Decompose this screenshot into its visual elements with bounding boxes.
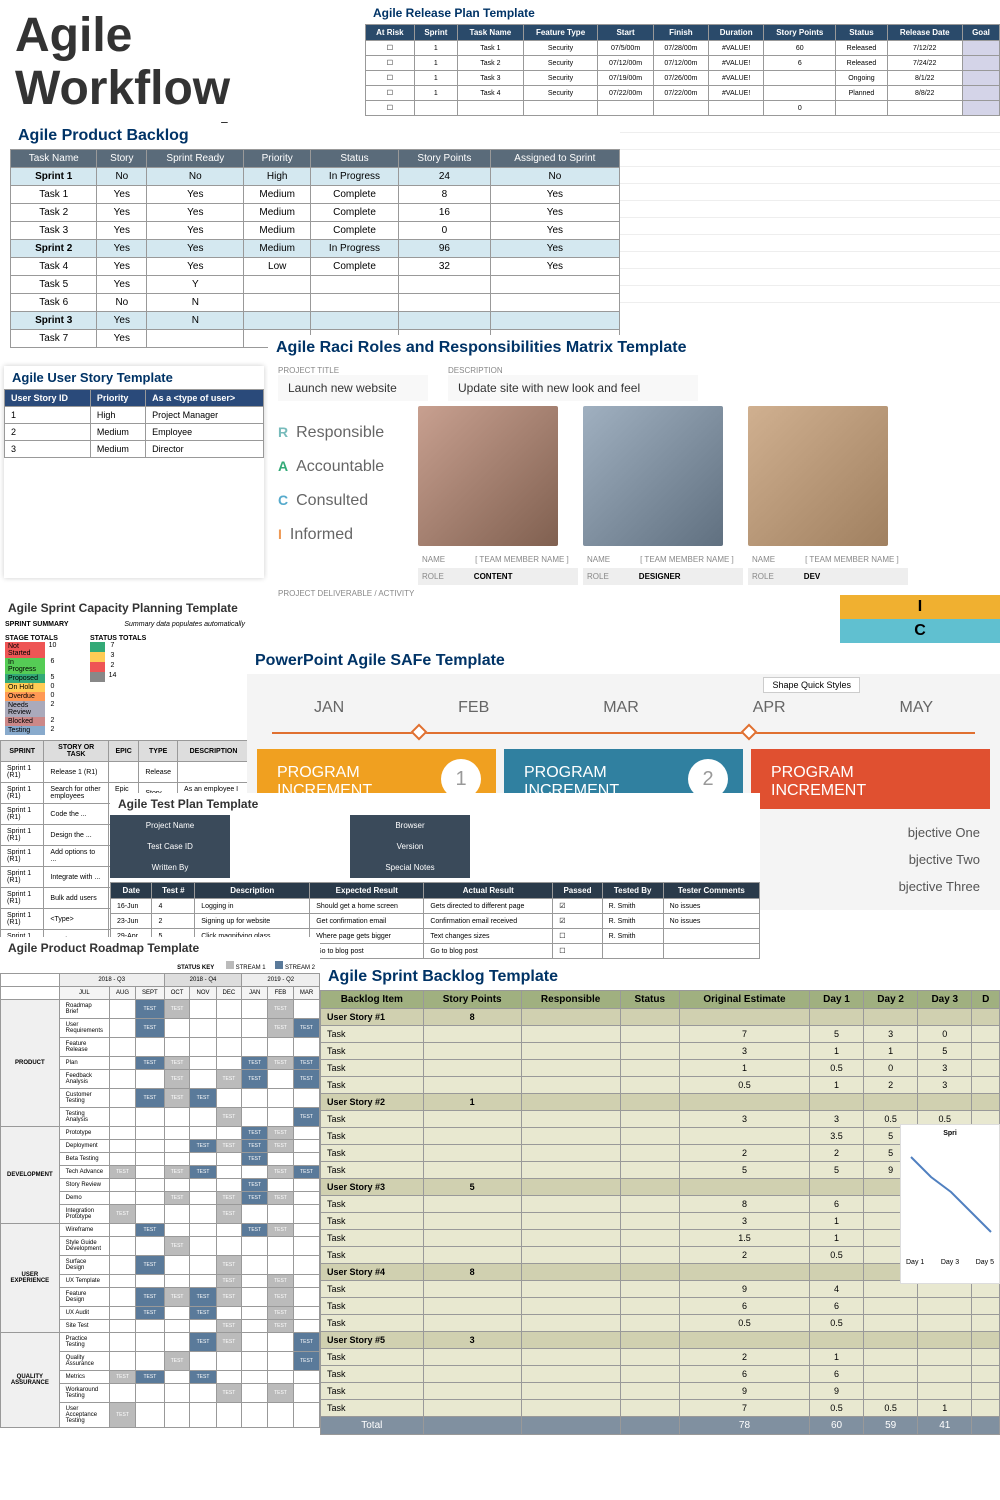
desc-label: DESCRIPTION xyxy=(448,366,698,375)
summary-note: Summary data populates automatically xyxy=(124,621,245,628)
stream2-label: STREAM 2 xyxy=(285,965,315,971)
release-title: Agile Release Plan Template xyxy=(365,2,1000,24)
sprint-backlog-section: Agile Sprint Backlog Template Backlog It… xyxy=(320,964,1000,1435)
burndown-chart: Spri Day 1Day 3Day 5 xyxy=(900,1124,1000,1284)
test-section: Agile Test Plan Template Project NameTes… xyxy=(110,793,760,959)
roadmap-table: 2018 - Q32018 - Q42019 - Q2 JULAUGSEPTOC… xyxy=(0,973,320,1428)
desc-value: Update site with new look and feel xyxy=(448,375,698,401)
status-key-label: STATUS KEY xyxy=(177,965,214,971)
backlog-table: Task NameStorySprint ReadyPriorityStatus… xyxy=(10,149,620,348)
capacity-title: Agile Sprint Capacity Planning Template xyxy=(0,597,250,619)
stage-totals-label: STAGE TOTALS xyxy=(5,635,60,642)
user-story-title: Agile User Story Template xyxy=(4,366,264,389)
test-title: Agile Test Plan Template xyxy=(110,793,760,815)
roadmap-title: Agile Product Roadmap Template xyxy=(0,937,320,959)
raci-section: Agile Raci Roles and Responsibilities Ma… xyxy=(268,335,1000,602)
user-story-table: User Story IDPriorityAs a <type of user>… xyxy=(4,389,264,458)
status-totals-label: STATUS TOTALS xyxy=(90,635,146,642)
sprint-backlog-table: Backlog ItemStory PointsResponsibleStatu… xyxy=(320,990,1000,1435)
proj-title-label: PROJECT TITLE xyxy=(278,366,428,375)
quick-styles-tooltip: Shape Quick Styles xyxy=(763,677,860,693)
backlog-section: Agile Product Backlog Task NameStorySpri… xyxy=(10,123,620,348)
roadmap-section: Agile Product Roadmap Template STATUS KE… xyxy=(0,937,320,1428)
raci-title: Agile Raci Roles and Responsibilities Ma… xyxy=(268,335,1000,361)
raci-badge-c: C xyxy=(840,619,1000,643)
sprint-backlog-title: Agile Sprint Backlog Template xyxy=(320,964,1000,990)
backlog-title: Agile Product Backlog xyxy=(10,123,620,149)
stream1-label: STREAM 1 xyxy=(236,965,266,971)
proj-title-value: Launch new website xyxy=(278,375,428,401)
safe-title: PowerPoint Agile SAFe Template xyxy=(247,648,1000,674)
user-story-section: Agile User Story Template User Story IDP… xyxy=(4,366,264,578)
sprint-summary-label: SPRINT SUMMARY xyxy=(5,621,69,628)
release-table: At RiskSprintTask NameFeature TypeStartF… xyxy=(365,24,1000,116)
raci-badge-i: I xyxy=(840,595,1000,619)
